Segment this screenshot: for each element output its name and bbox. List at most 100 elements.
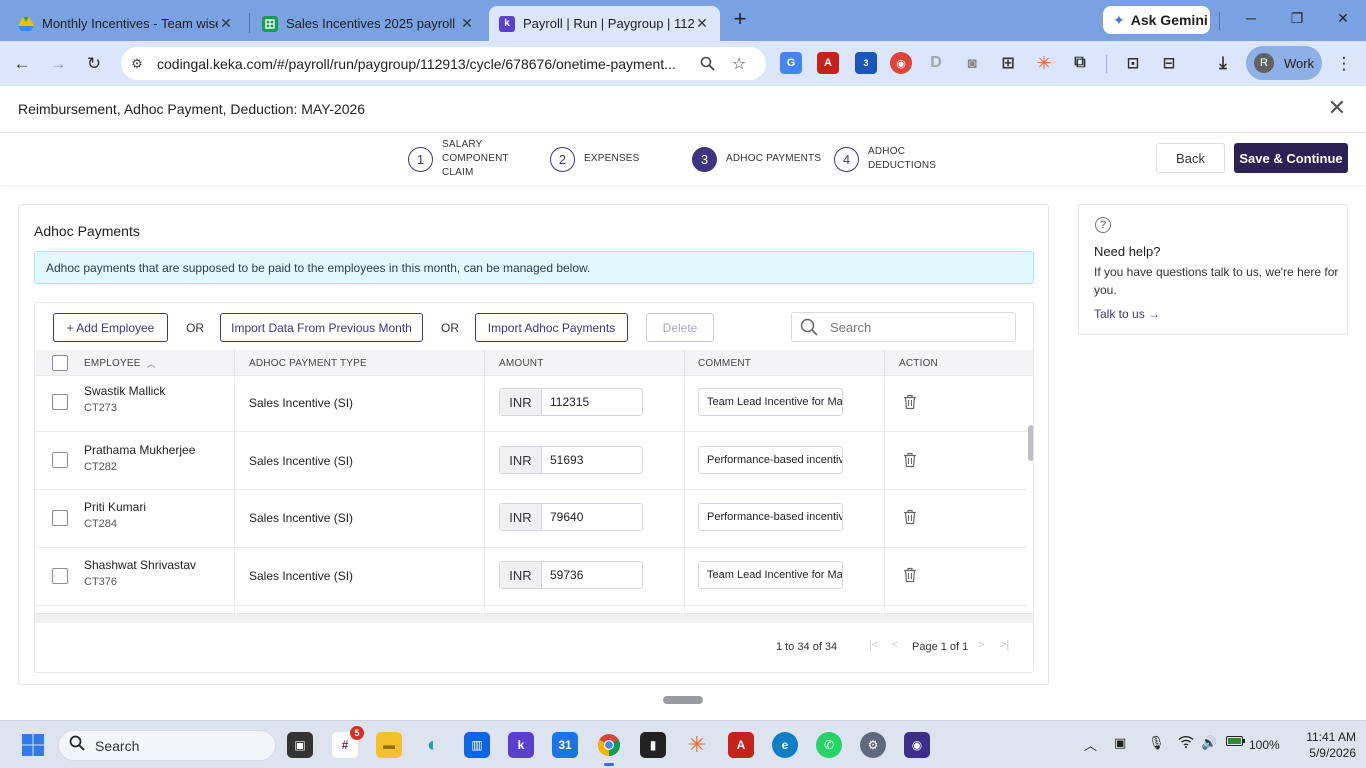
claude-icon[interactable]: ✳ bbox=[684, 732, 710, 758]
amount-input[interactable]: 112315 bbox=[542, 389, 642, 415]
close-icon[interactable]: ✕ bbox=[459, 15, 475, 32]
adobe-acrobat-icon[interactable]: A bbox=[817, 52, 839, 74]
url-text[interactable]: codingal.keka.com/#/payroll/run/paygroup… bbox=[157, 56, 687, 72]
task-view-icon[interactable]: ▣ bbox=[287, 732, 313, 758]
google-calendar-icon[interactable]: 31 bbox=[552, 732, 578, 758]
close-icon[interactable]: ✕ bbox=[694, 15, 710, 32]
step-adhoc-deductions[interactable]: 4 ADHOC DEDUCTIONS bbox=[834, 133, 936, 185]
amount-field[interactable]: INR 51693 bbox=[499, 446, 643, 474]
back-arrow-icon[interactable]: ← bbox=[10, 52, 34, 76]
window-close-icon[interactable]: ✕ bbox=[1331, 10, 1355, 30]
tab-search-icon[interactable]: ⊟ bbox=[1158, 52, 1180, 74]
microphone-icon[interactable]: 🎙 bbox=[1148, 735, 1165, 751]
screen-capture-icon[interactable]: ⊞ bbox=[997, 52, 1019, 74]
zoom-icon[interactable] bbox=[695, 52, 719, 76]
extension-d-icon[interactable]: D bbox=[925, 52, 947, 74]
row-checkbox[interactable] bbox=[52, 568, 68, 584]
app-icon[interactable]: ◐ bbox=[420, 732, 446, 758]
extension-icon[interactable]: ◉ bbox=[890, 52, 912, 74]
windows-start-icon[interactable] bbox=[20, 732, 46, 758]
import-previous-month-button[interactable]: Import Data From Previous Month bbox=[220, 313, 423, 342]
more-menu-icon[interactable]: ⋮ bbox=[1332, 52, 1356, 76]
site-settings-icon[interactable]: ⚙ bbox=[125, 52, 149, 76]
prev-page-icon[interactable]: < bbox=[892, 639, 898, 651]
amount-field[interactable]: INR 112315 bbox=[499, 388, 643, 416]
close-icon[interactable]: ✕ bbox=[1326, 97, 1348, 120]
browser-tab-keka[interactable]: k Payroll | Run | Paygroup | 11291 ✕ bbox=[489, 6, 720, 41]
slack-icon[interactable]: # 5 bbox=[332, 726, 364, 758]
last-page-icon[interactable]: >| bbox=[1000, 639, 1009, 651]
next-page-icon[interactable]: > bbox=[978, 639, 984, 651]
amount-input[interactable]: 51693 bbox=[542, 447, 642, 473]
comment-input[interactable]: Performance-based incentive bbox=[698, 503, 843, 531]
talk-to-us-link[interactable]: Talk to us → bbox=[1094, 307, 1160, 321]
search-box[interactable] bbox=[791, 312, 1016, 342]
amount-field[interactable]: INR 79640 bbox=[499, 503, 643, 531]
trash-icon[interactable] bbox=[903, 394, 917, 410]
trash-icon[interactable] bbox=[903, 509, 917, 525]
file-explorer-icon[interactable]: ▬ bbox=[376, 732, 402, 758]
comment-input[interactable]: Team Lead Incentive for Ma bbox=[698, 561, 843, 589]
wifi-icon[interactable] bbox=[1178, 735, 1194, 751]
ask-gemini-button[interactable]: ✦ Ask Gemini bbox=[1103, 6, 1210, 34]
column-employee[interactable]: EMPLOYEE ︿ bbox=[84, 350, 156, 376]
scrollbar-thumb[interactable] bbox=[1028, 425, 1033, 461]
google-translate-icon[interactable]: G bbox=[780, 52, 802, 74]
chevron-up-icon[interactable]: ︿ bbox=[1084, 735, 1097, 754]
select-all-checkbox[interactable] bbox=[52, 350, 68, 376]
reload-icon[interactable]: ↻ bbox=[82, 52, 106, 76]
vertical-scrollbar[interactable] bbox=[1028, 377, 1033, 613]
back-button[interactable]: Back bbox=[1156, 143, 1225, 173]
download-icon[interactable]: ⤓ bbox=[1212, 52, 1234, 74]
amount-field[interactable]: INR 59736 bbox=[499, 561, 643, 589]
step-adhoc-payments[interactable]: 3 ADHOC PAYMENTS bbox=[692, 133, 821, 185]
step-expenses[interactable]: 2 EXPENSES bbox=[550, 133, 640, 185]
screen-recorder-icon[interactable]: ◉ bbox=[904, 732, 930, 758]
row-checkbox[interactable] bbox=[52, 394, 68, 410]
settings-gear-icon[interactable]: ⚙ bbox=[860, 732, 886, 758]
edge-icon[interactable]: e bbox=[772, 732, 798, 758]
clock[interactable]: 11:41 AM 5/9/2026 bbox=[1290, 729, 1356, 761]
drag-handle[interactable] bbox=[663, 696, 703, 704]
extension-badge-icon[interactable]: 3 bbox=[855, 52, 877, 74]
step-salary-component-claim[interactable]: 1 SALARY COMPONENT CLAIM bbox=[408, 133, 509, 185]
new-tab-button[interactable]: + bbox=[728, 8, 752, 32]
adobe-acrobat-icon[interactable]: A bbox=[728, 732, 754, 758]
chrome-icon[interactable] bbox=[596, 732, 622, 758]
trello-icon[interactable]: ▥ bbox=[464, 732, 490, 758]
keka-icon[interactable]: k bbox=[508, 732, 534, 758]
tray-app-icon[interactable]: ▣ bbox=[1114, 735, 1126, 751]
browser-tab-drive[interactable]: Monthly Incentives - Team wise ✕ bbox=[8, 6, 244, 41]
horizontal-scrollbar[interactable] bbox=[35, 613, 1033, 623]
import-adhoc-payments-button[interactable]: Import Adhoc Payments bbox=[475, 313, 628, 342]
trash-icon[interactable] bbox=[903, 452, 917, 468]
comment-input[interactable]: Performance-based incentive bbox=[698, 446, 843, 474]
volume-icon[interactable]: 🔊 bbox=[1201, 735, 1217, 751]
amount-input[interactable]: 59736 bbox=[542, 562, 642, 588]
add-employee-button[interactable]: + Add Employee bbox=[53, 313, 168, 342]
row-checkbox[interactable] bbox=[52, 510, 68, 526]
analytics-icon[interactable]: ▮ bbox=[640, 732, 666, 758]
whatsapp-icon[interactable]: ✆ bbox=[816, 732, 842, 758]
trash-icon[interactable] bbox=[903, 567, 917, 583]
camera-icon[interactable]: ◙ bbox=[961, 52, 983, 74]
profile-button[interactable]: R Work bbox=[1246, 46, 1322, 80]
browser-tab-sheets[interactable]: Sales Incentives 2025 payroll (M ✕ bbox=[252, 6, 485, 41]
screenshot-icon[interactable]: ⊡ bbox=[1122, 52, 1144, 74]
close-icon[interactable]: ✕ bbox=[218, 15, 234, 32]
delete-button[interactable]: Delete bbox=[646, 313, 714, 342]
row-checkbox[interactable] bbox=[52, 452, 68, 468]
address-bar[interactable]: ⚙ codingal.keka.com/#/payroll/run/paygro… bbox=[121, 47, 766, 80]
save-continue-button[interactable]: Save & Continue bbox=[1234, 143, 1348, 173]
claude-icon[interactable]: ✳ bbox=[1033, 52, 1055, 74]
first-page-icon[interactable]: |< bbox=[869, 639, 878, 651]
battery-icon[interactable] bbox=[1226, 735, 1246, 750]
amount-input[interactable]: 79640 bbox=[542, 504, 642, 530]
extensions-puzzle-icon[interactable]: ⧉ bbox=[1069, 52, 1091, 74]
minimize-icon[interactable]: ─ bbox=[1239, 10, 1263, 30]
taskbar-search[interactable]: Search bbox=[58, 730, 276, 761]
restore-icon[interactable]: ❐ bbox=[1285, 10, 1309, 30]
bookmark-star-icon[interactable]: ☆ bbox=[727, 52, 751, 76]
search-input[interactable] bbox=[830, 319, 1000, 335]
comment-input[interactable]: Team Lead Incentive for Ma bbox=[698, 388, 843, 416]
